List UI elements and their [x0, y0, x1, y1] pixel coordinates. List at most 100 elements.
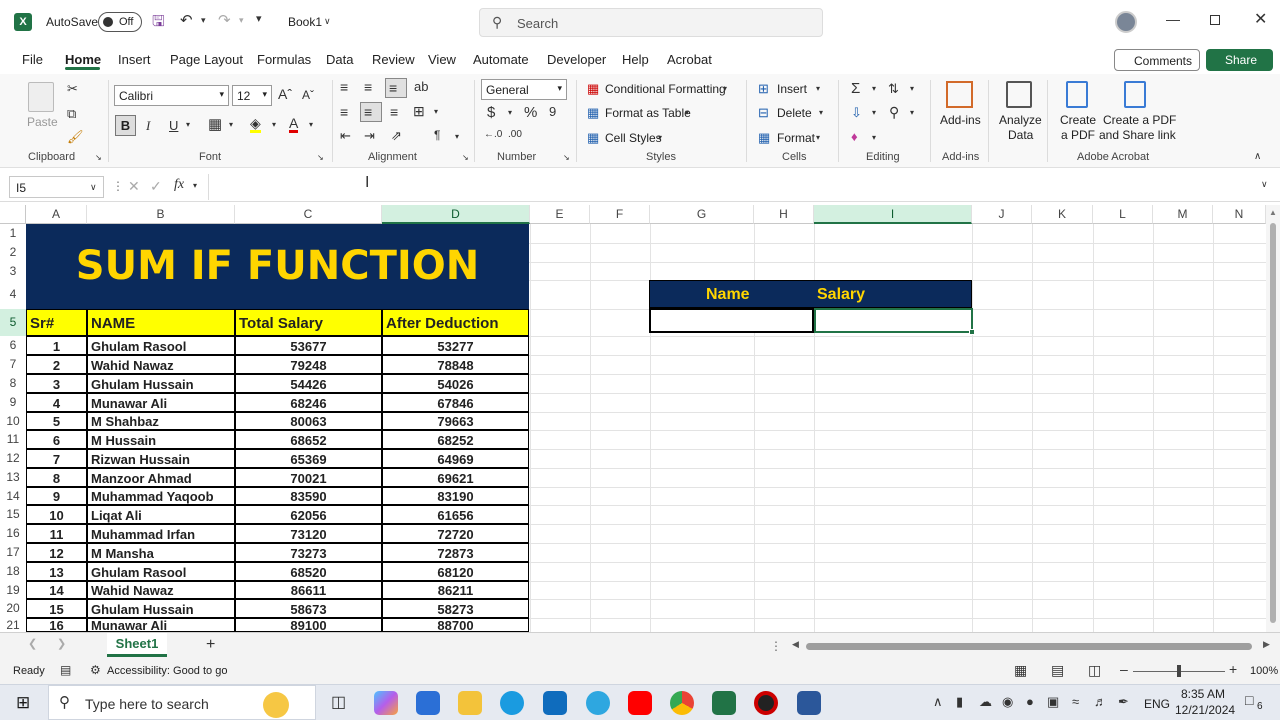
format-cells-button[interactable]: Format: [777, 131, 815, 145]
undo-icon[interactable]: ↶: [180, 13, 193, 28]
table-cell[interactable]: 53677: [235, 336, 382, 355]
sort-filter-icon[interactable]: ⇅: [888, 82, 899, 95]
dialog-launcher-icon[interactable]: ↘: [317, 154, 324, 162]
row-header[interactable]: 5: [0, 309, 26, 336]
chevron-down-icon[interactable]: ▾: [816, 134, 820, 142]
table-cell[interactable]: 14: [26, 581, 87, 599]
table-cell[interactable]: 6: [26, 430, 87, 449]
worksheet-grid[interactable]: ABCDEFGHIJKLMN 1 2 3 4 5 6 7 8 9 10 11 12 13 14 15 16 17…: [0, 205, 1280, 633]
tab-help[interactable]: Help: [622, 52, 649, 67]
borders-dropdown-icon[interactable]: ▾: [229, 121, 233, 129]
align-top-icon[interactable]: ≡: [340, 80, 348, 94]
table-header-cell[interactable]: Sr#: [26, 309, 87, 336]
name-box[interactable]: I5 ∨: [9, 176, 104, 198]
row-header[interactable]: 19: [0, 581, 26, 599]
clock-time[interactable]: 8:35 AM: [1181, 687, 1225, 701]
undo-dropdown-icon[interactable]: ▾: [201, 16, 206, 25]
scroll-left-icon[interactable]: ◀: [792, 640, 799, 649]
column-header[interactable]: N: [1213, 205, 1266, 224]
fill-handle[interactable]: [969, 329, 975, 335]
fill-dropdown-icon[interactable]: ▾: [872, 109, 876, 117]
chevron-down-icon[interactable]: ∨: [324, 17, 331, 26]
clear-dropdown-icon[interactable]: ▾: [872, 134, 876, 142]
tab-data[interactable]: Data: [326, 52, 353, 67]
column-header[interactable]: K: [1032, 205, 1093, 224]
language-indicator[interactable]: ENG: [1144, 697, 1170, 711]
create-pdf-icon[interactable]: [1066, 81, 1088, 108]
italic-button[interactable]: I: [146, 119, 150, 132]
fill-color-icon[interactable]: ◈: [250, 116, 261, 133]
clear-icon[interactable]: ♦: [851, 130, 858, 143]
table-cell[interactable]: M Hussain: [87, 430, 235, 449]
lookup-name-cell[interactable]: [649, 308, 814, 333]
row-header[interactable]: 20: [0, 599, 26, 618]
tab-automate[interactable]: Automate: [473, 52, 529, 67]
paragraph-icon[interactable]: ¶: [434, 129, 440, 141]
create-pdf-line2[interactable]: a PDF: [1061, 128, 1095, 142]
table-cell[interactable]: 58673: [235, 599, 382, 618]
table-cell[interactable]: Ghulam Hussain: [87, 599, 235, 618]
sheet-title[interactable]: SUM IF FUNCTION: [26, 224, 529, 309]
tab-view[interactable]: View: [428, 52, 456, 67]
format-as-table-button[interactable]: Format as Table: [605, 106, 691, 120]
column-header[interactable]: B: [87, 205, 235, 224]
table-cell[interactable]: Liqat Ali: [87, 505, 235, 524]
lookup-name-header[interactable]: Name: [706, 286, 750, 304]
underline-button[interactable]: U: [169, 119, 178, 132]
record-icon[interactable]: [754, 691, 778, 715]
accessibility-icon[interactable]: ⚙: [90, 664, 101, 676]
table-cell[interactable]: M Mansha: [87, 543, 235, 562]
table-cell[interactable]: 4: [26, 393, 87, 412]
wifi-icon[interactable]: ≈: [1072, 695, 1079, 708]
lookup-salary-header[interactable]: Salary: [817, 286, 865, 304]
row-header[interactable]: 7: [0, 355, 26, 374]
table-cell[interactable]: 65369: [235, 449, 382, 468]
table-cell[interactable]: 62056: [235, 505, 382, 524]
row-header[interactable]: 4: [0, 280, 26, 309]
avatar[interactable]: [1115, 11, 1137, 33]
table-cell[interactable]: 15: [26, 599, 87, 618]
column-header[interactable]: D: [382, 205, 530, 224]
normal-view-icon[interactable]: ▦: [1014, 663, 1027, 677]
redo-dropdown-icon[interactable]: ▾: [239, 16, 244, 25]
expand-formula-icon[interactable]: ∨: [1261, 180, 1268, 189]
table-cell[interactable]: 12: [26, 543, 87, 562]
display-icon[interactable]: ▣: [1047, 695, 1059, 708]
row-header[interactable]: 11: [0, 430, 26, 449]
table-cell[interactable]: 2: [26, 355, 87, 374]
add-ins-button[interactable]: Add-ins: [940, 113, 981, 127]
merge-center-icon[interactable]: ⊞: [413, 104, 425, 118]
table-cell[interactable]: 72873: [382, 543, 529, 562]
font-color-icon[interactable]: A: [289, 116, 299, 133]
file-explorer-icon[interactable]: [458, 691, 482, 715]
zoom-thumb[interactable]: [1177, 665, 1181, 677]
taskbar-search[interactable]: ⚲ Type here to search: [48, 685, 316, 720]
number-format-select[interactable]: General ▾: [481, 79, 567, 100]
vertical-scrollbar[interactable]: ▲: [1266, 205, 1280, 632]
tab-acrobat[interactable]: Acrobat: [667, 52, 712, 67]
column-header[interactable]: A: [26, 205, 87, 224]
table-cell[interactable]: Manzoor Ahmad: [87, 468, 235, 487]
share-button[interactable]: Share: [1206, 49, 1273, 71]
share-pdf-line1[interactable]: Create a PDF: [1103, 113, 1176, 127]
column-header[interactable]: G: [650, 205, 754, 224]
tray-overflow-icon[interactable]: ∧: [933, 695, 943, 708]
microphone-icon[interactable]: ●: [1026, 695, 1034, 708]
edge-icon[interactable]: [500, 691, 524, 715]
comments-button[interactable]: Comments: [1114, 49, 1200, 71]
battery-icon[interactable]: ▮: [956, 695, 963, 708]
table-cell[interactable]: 73273: [235, 543, 382, 562]
fill-icon[interactable]: ⇩: [851, 106, 862, 119]
column-header[interactable]: I: [814, 205, 972, 224]
decrease-font-icon[interactable]: Aˇ: [302, 89, 314, 101]
table-cell[interactable]: 69621: [382, 468, 529, 487]
analyze-data-button-line2[interactable]: Data: [1008, 128, 1033, 142]
dialog-launcher-icon[interactable]: ↘: [462, 154, 469, 162]
table-cell[interactable]: 86211: [382, 581, 529, 599]
table-cell[interactable]: 54026: [382, 374, 529, 393]
table-cell[interactable]: 88700: [382, 618, 529, 632]
column-header[interactable]: L: [1093, 205, 1153, 224]
table-cell[interactable]: 64969: [382, 449, 529, 468]
column-header[interactable]: J: [972, 205, 1032, 224]
horizontal-scrollbar[interactable]: [806, 643, 1252, 650]
